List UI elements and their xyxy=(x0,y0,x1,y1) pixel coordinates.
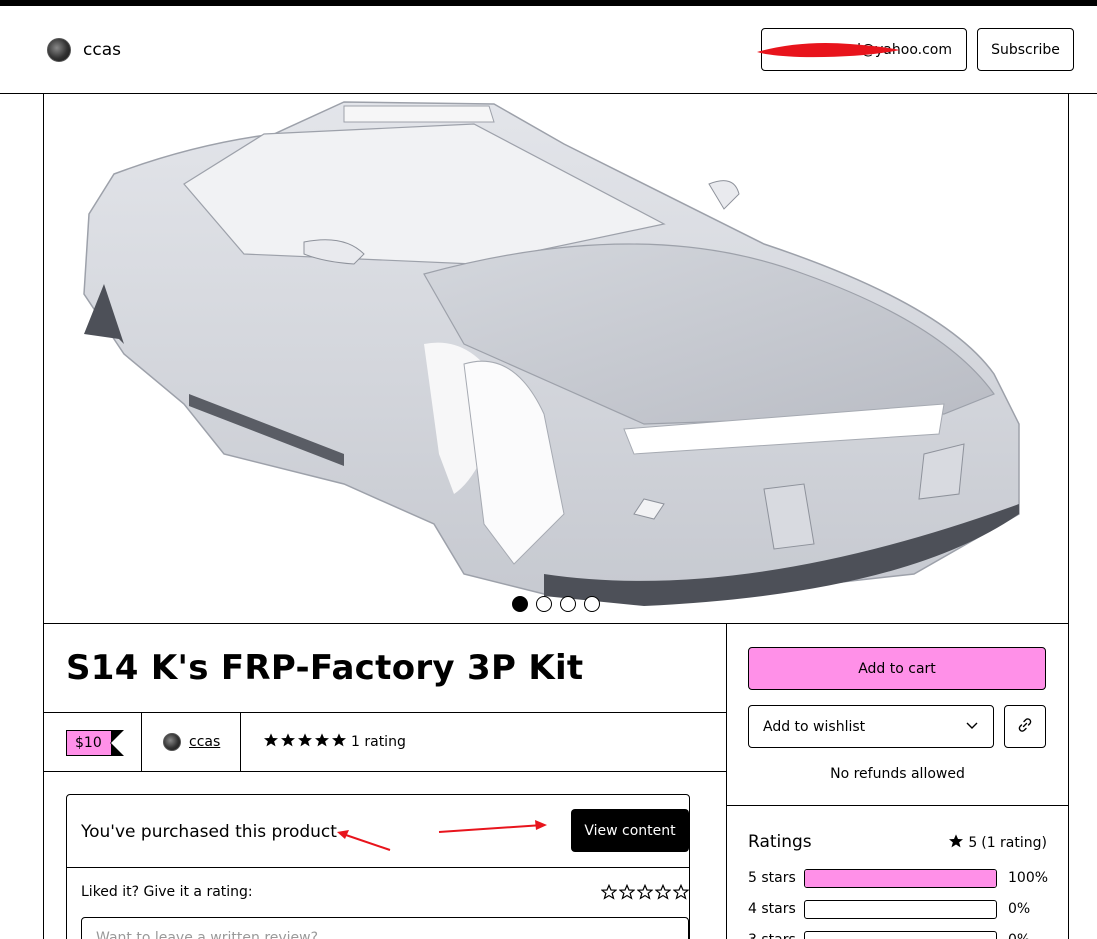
link-icon xyxy=(1017,717,1033,737)
rating-bar xyxy=(804,900,997,919)
rating-bar xyxy=(804,869,997,888)
product-main-column: S14 K's FRP-Factory 3P Kit $10 ccas 1 ra… xyxy=(44,624,727,939)
rating-row-percent: 0% xyxy=(1008,932,1030,939)
chevron-down-icon xyxy=(965,718,979,736)
product-rating: 1 rating xyxy=(263,713,406,771)
rating-row-label: 3 stars xyxy=(748,932,796,939)
carousel-dot[interactable] xyxy=(560,596,576,612)
star-outline-icon[interactable] xyxy=(655,884,671,904)
star-outline-icon[interactable] xyxy=(673,884,689,904)
rating-stars xyxy=(263,732,347,752)
star-icon xyxy=(948,833,964,853)
star-icon xyxy=(297,732,313,752)
product-preview-carousel[interactable] xyxy=(44,94,1068,624)
add-to-wishlist-dropdown[interactable]: Add to wishlist xyxy=(748,705,994,748)
star-icon xyxy=(331,732,347,752)
price-label: $10 xyxy=(75,735,102,751)
refund-policy: No refunds allowed xyxy=(830,766,965,782)
ratings-summary: 5 (1 rating) xyxy=(948,833,1047,853)
purchase-status-row: You've purchased this product View conte… xyxy=(67,795,689,868)
site-header: ccas Subscribe xyxy=(0,6,1097,94)
star-outline-icon[interactable] xyxy=(619,884,635,904)
star-icon xyxy=(280,732,296,752)
add-to-cart-button[interactable]: Add to cart xyxy=(748,647,1046,690)
rating-row-percent: 0% xyxy=(1008,901,1031,917)
price-cell: $10 xyxy=(44,713,142,771)
product-meta-row: $10 ccas 1 rating xyxy=(44,713,726,772)
car-body-render xyxy=(83,101,1020,606)
ratings-score: 5 xyxy=(968,835,978,851)
ratings-section: Ratings 5 (1 rating) 5 stars 100% 4 stars 0… xyxy=(727,805,1068,939)
rating-bar xyxy=(804,931,997,939)
star-outline-icon[interactable] xyxy=(637,884,653,904)
review-textarea[interactable]: Want to leave a written review? xyxy=(81,917,689,939)
carousel-dot[interactable] xyxy=(512,596,528,612)
author-cell[interactable]: ccas xyxy=(142,713,241,771)
rating-row-label: 5 stars xyxy=(748,870,796,886)
star-icon xyxy=(314,732,330,752)
creator-name: ccas xyxy=(83,40,121,60)
subscribe-button[interactable]: Subscribe xyxy=(977,28,1074,71)
product-frame: S14 K's FRP-Factory 3P Kit $10 ccas 1 ra… xyxy=(43,94,1069,939)
rating-breakdown-row: 4 stars 0% xyxy=(748,899,1048,919)
carousel-dot[interactable] xyxy=(536,596,552,612)
price-tag-tail xyxy=(109,731,122,755)
rating-row-label: 4 stars xyxy=(748,901,796,917)
rate-prompt: Liked it? Give it a rating: xyxy=(81,884,253,900)
ratings-heading: Ratings xyxy=(748,832,812,852)
product-sidebar: Add to cart Add to wishlist No refunds a… xyxy=(727,624,1068,939)
rating-breakdown-row: 5 stars 100% xyxy=(748,868,1048,888)
email-input[interactable] xyxy=(776,41,952,58)
creator-avatar xyxy=(47,38,71,62)
product-title: S14 K's FRP-Factory 3P Kit xyxy=(66,648,584,688)
creator-profile-link[interactable]: ccas xyxy=(47,38,121,62)
author-avatar xyxy=(163,733,181,751)
title-row: S14 K's FRP-Factory 3P Kit xyxy=(44,624,726,713)
view-content-button[interactable]: View content xyxy=(571,809,689,852)
star-outline-icon[interactable] xyxy=(601,884,617,904)
rating-count: 1 rating xyxy=(351,734,406,750)
star-icon xyxy=(263,732,279,752)
copy-link-button[interactable] xyxy=(1004,705,1046,748)
ratings-count: (1 rating) xyxy=(981,835,1047,851)
carousel-dot[interactable] xyxy=(584,596,600,612)
author-link[interactable]: ccas xyxy=(189,734,220,750)
purchased-message: You've purchased this product xyxy=(81,822,337,842)
rating-row-percent: 100% xyxy=(1008,870,1049,886)
rating-breakdown-row: 3 stars 0% xyxy=(748,930,1048,939)
wishlist-label: Add to wishlist xyxy=(763,718,866,735)
carousel-pagination xyxy=(512,596,600,612)
rate-star-input[interactable] xyxy=(601,884,689,904)
purchase-panel: You've purchased this product View conte… xyxy=(66,794,690,939)
rating-bar-fill xyxy=(805,870,996,887)
price-badge: $10 xyxy=(66,730,124,756)
email-field[interactable] xyxy=(761,28,967,71)
